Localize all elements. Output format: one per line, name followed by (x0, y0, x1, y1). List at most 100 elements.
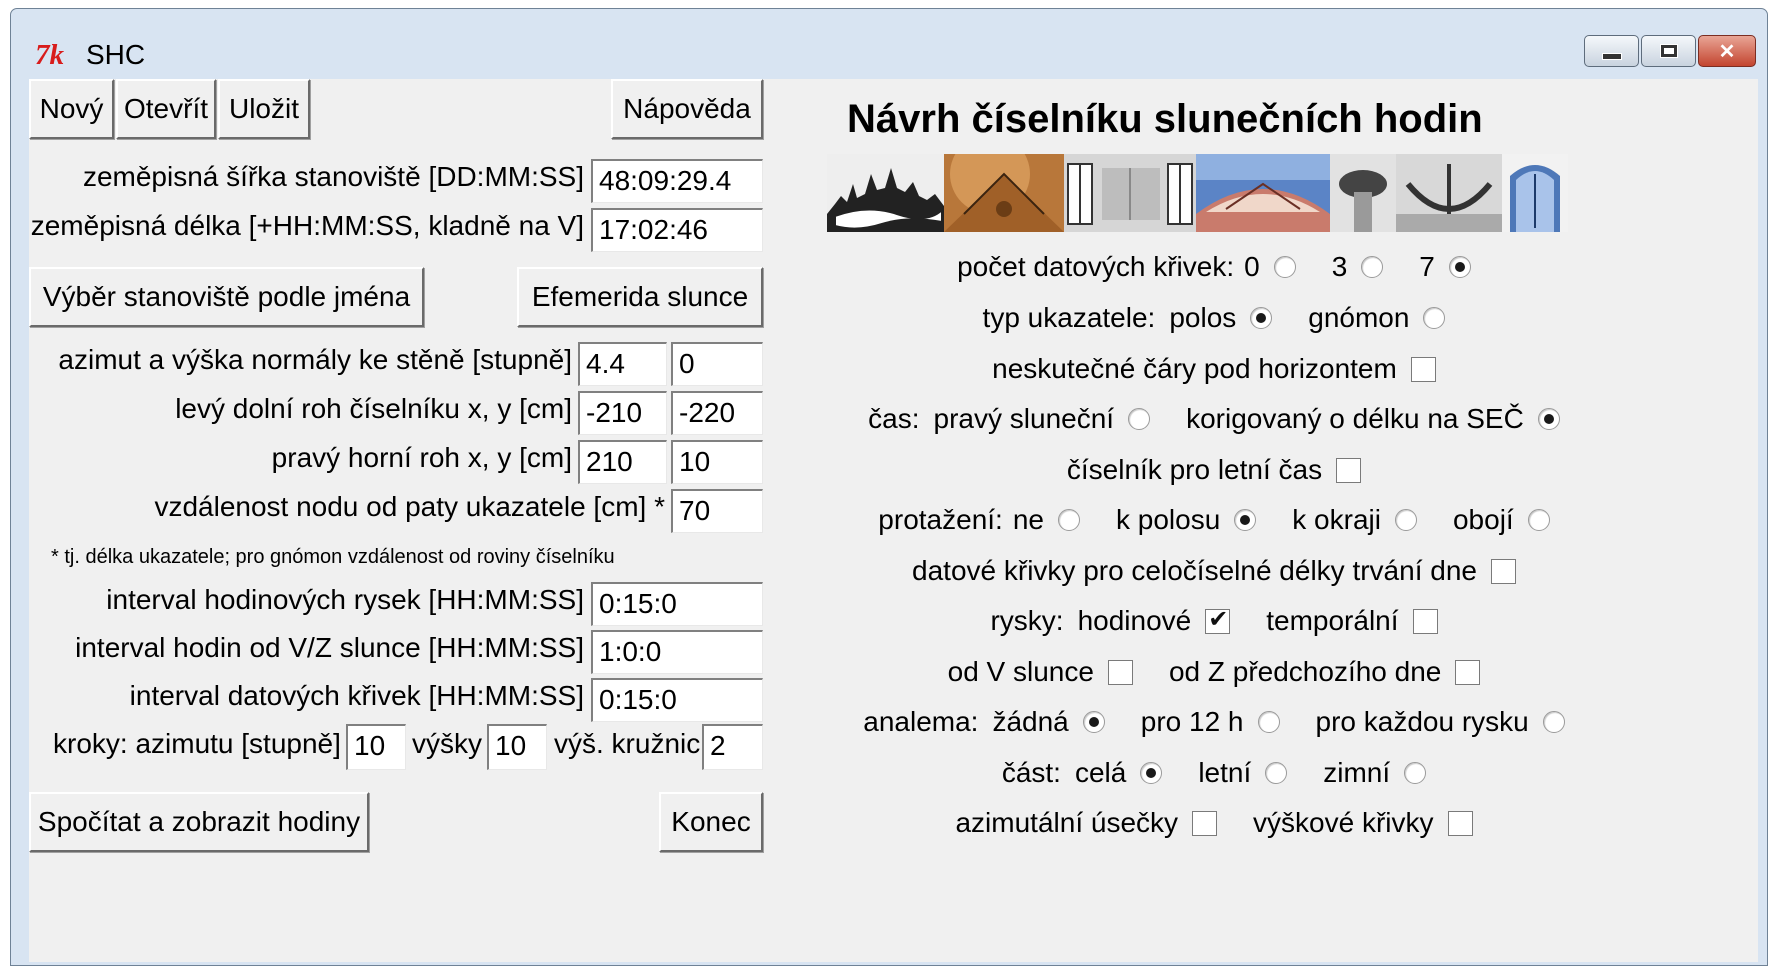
extension-edge-radio[interactable] (1394, 509, 1417, 531)
from-sunrise-label: od V slunce (947, 656, 1094, 687)
upper-right-y-field[interactable]: 10 (671, 440, 763, 484)
circles-step-field[interactable]: 2 (702, 724, 763, 770)
time-corrected-radio[interactable] (1537, 408, 1560, 430)
lower-left-label: levý dolní roh číselníku x, y [cm] (175, 393, 572, 424)
azimuth-segments-checkbox[interactable] (1192, 810, 1218, 836)
open-button[interactable]: Otevřít (116, 79, 216, 139)
analemma-each-radio[interactable] (1542, 711, 1565, 733)
maximize-button[interactable] (1641, 35, 1696, 67)
extension-label: protažení: (878, 504, 1003, 535)
steps-altitude-label: výšky (412, 728, 482, 759)
client-area: Nový Otevřít Uložit Nápověda zeměpisná š… (29, 79, 1758, 962)
extension-both-label: obojí (1452, 504, 1514, 535)
analemma-label: analema: (863, 706, 979, 737)
time-true-solar-radio[interactable] (1128, 408, 1151, 430)
unreal-lines-checkbox[interactable] (1410, 356, 1436, 382)
normal-altitude-field[interactable]: 0 (671, 342, 763, 386)
hour-lines-interval-label: interval hodinových rysek [HH:MM:SS] (106, 584, 584, 615)
integer-day-curves-checkbox[interactable] (1490, 558, 1516, 584)
close-button[interactable]: ✕ (1698, 35, 1756, 67)
part-label: část: (1001, 757, 1061, 788)
analemma-row: analema: žádná pro 12 h pro každou rysku (809, 702, 1619, 742)
steps-circles-label: výš. kružnic (554, 728, 701, 759)
lines-label: rysky: (990, 605, 1064, 636)
lines-hourly-checkbox[interactable] (1205, 605, 1231, 634)
sunrise-interval-label: interval hodin od V/Z slunce [HH:MM:SS] (75, 632, 584, 663)
analemma-noon-radio[interactable] (1257, 711, 1280, 733)
azimuth-step-field[interactable]: 10 (346, 724, 406, 770)
title-bar[interactable]: 7k SHC ✕ (11, 9, 1767, 79)
part-winter-label: zimní (1323, 757, 1391, 788)
from-sun-row: od V slunce od Z předchozího dne (809, 652, 1619, 692)
extension-no-label: ne (1012, 504, 1044, 535)
ephemeris-button[interactable]: Efemerida slunce (517, 267, 763, 327)
pointer-polos-radio[interactable] (1250, 307, 1273, 329)
longitude-field[interactable]: 17:02:46 (591, 208, 763, 252)
time-row: čas: pravý sluneční korigovaný o délku n… (809, 399, 1619, 439)
time-true-solar-label: pravý sluneční (933, 403, 1115, 434)
lower-left-x-field[interactable]: -210 (578, 391, 667, 435)
part-whole-radio[interactable] (1140, 762, 1163, 784)
quit-button[interactable]: Konec (659, 792, 763, 852)
unreal-lines-label: neskutečné čáry pod horizontem (992, 353, 1397, 384)
minimize-button[interactable] (1584, 35, 1639, 67)
summer-dial-row: číselník pro letní čas (809, 450, 1619, 490)
select-location-button[interactable]: Výběr stanoviště podle jména (29, 267, 424, 327)
help-button[interactable]: Nápověda (611, 79, 763, 139)
steps-azimuth-label: kroky: azimutu [stupně] (53, 728, 341, 759)
close-icon: ✕ (1718, 40, 1736, 63)
extension-edge-label: k okraji (1292, 504, 1381, 535)
date-curves-radio-3[interactable] (1361, 256, 1384, 278)
date-curves-radio-7[interactable] (1448, 256, 1471, 278)
azimuth-segments-label: azimutální úsečky (955, 807, 1179, 838)
save-button[interactable]: Uložit (218, 79, 310, 139)
sunrise-interval-field[interactable]: 1:0:0 (591, 630, 763, 674)
options-panel: počet datových křivek: 0 3 7 typ ukazate… (809, 79, 1758, 962)
date-curves-interval-field[interactable]: 0:15:0 (591, 678, 763, 722)
date-curves-count-row: počet datových křivek: 0 3 7 (809, 247, 1619, 287)
part-summer-label: letní (1198, 757, 1252, 788)
summer-dial-checkbox[interactable] (1336, 457, 1362, 483)
part-summer-radio[interactable] (1265, 762, 1288, 784)
date-curves-radio-0[interactable] (1273, 256, 1296, 278)
pointer-polos-label: polos (1169, 302, 1237, 333)
lines-temporal-checkbox[interactable] (1412, 608, 1438, 634)
pointer-gnomon-label: gnómon (1308, 302, 1410, 333)
extension-both-radio[interactable] (1527, 509, 1550, 531)
part-row: část: celá letní zimní (809, 753, 1619, 793)
latitude-field[interactable]: 48:09:29.4 (591, 159, 763, 203)
pointer-type-row: typ ukazatele: polos gnómon (809, 298, 1619, 338)
lines-temporal-label: temporální (1266, 605, 1399, 636)
maximize-icon (1660, 45, 1677, 57)
hour-lines-interval-field[interactable]: 0:15:0 (591, 582, 763, 626)
pointer-gnomon-radio[interactable] (1423, 307, 1446, 329)
time-corrected-label: korigovaný o délku na SEČ (1186, 403, 1524, 434)
longitude-label: zeměpisná délka [+HH:MM:SS, kladně na V] (30, 210, 584, 241)
normal-azimuth-field[interactable]: 4.4 (578, 342, 667, 386)
lines-hourly-label: hodinové (1077, 605, 1192, 636)
upper-right-x-field[interactable]: 210 (578, 440, 667, 484)
part-whole-label: celá (1074, 757, 1127, 788)
app-window: 7k SHC ✕ Nový Otevřít Uložit Nápověda ze… (10, 8, 1768, 966)
altitude-curves-checkbox[interactable] (1447, 810, 1473, 836)
new-button[interactable]: Nový (29, 79, 114, 139)
extension-polos-radio[interactable] (1234, 509, 1257, 531)
unreal-lines-row: neskutečné čáry pod horizontem (809, 349, 1619, 389)
extra-row: azimutální úsečky výškové křivky (809, 803, 1619, 843)
compute-button[interactable]: Spočítat a zobrazit hodiny (29, 792, 369, 852)
extension-no-radio[interactable] (1057, 509, 1080, 531)
from-sunrise-checkbox[interactable] (1107, 659, 1133, 685)
part-winter-radio[interactable] (1404, 762, 1427, 784)
analemma-each-label: pro každou rysku (1315, 706, 1529, 737)
time-label: čas: (868, 403, 920, 434)
pointer-type-label: typ ukazatele: (982, 302, 1156, 333)
altitude-curves-label: výškové křivky (1253, 807, 1434, 838)
node-distance-label: vzdálenost nodu od paty ukazatele [cm] * (154, 491, 665, 522)
lower-left-y-field[interactable]: -220 (671, 391, 763, 435)
altitude-step-field[interactable]: 10 (487, 724, 547, 770)
from-sunset-checkbox[interactable] (1455, 659, 1481, 685)
node-distance-field[interactable]: 70 (671, 489, 763, 533)
analemma-none-radio[interactable] (1082, 711, 1105, 733)
wall-normal-label: azimut a výška normály ke stěně [stupně] (58, 344, 572, 375)
minimize-icon (1601, 52, 1622, 60)
